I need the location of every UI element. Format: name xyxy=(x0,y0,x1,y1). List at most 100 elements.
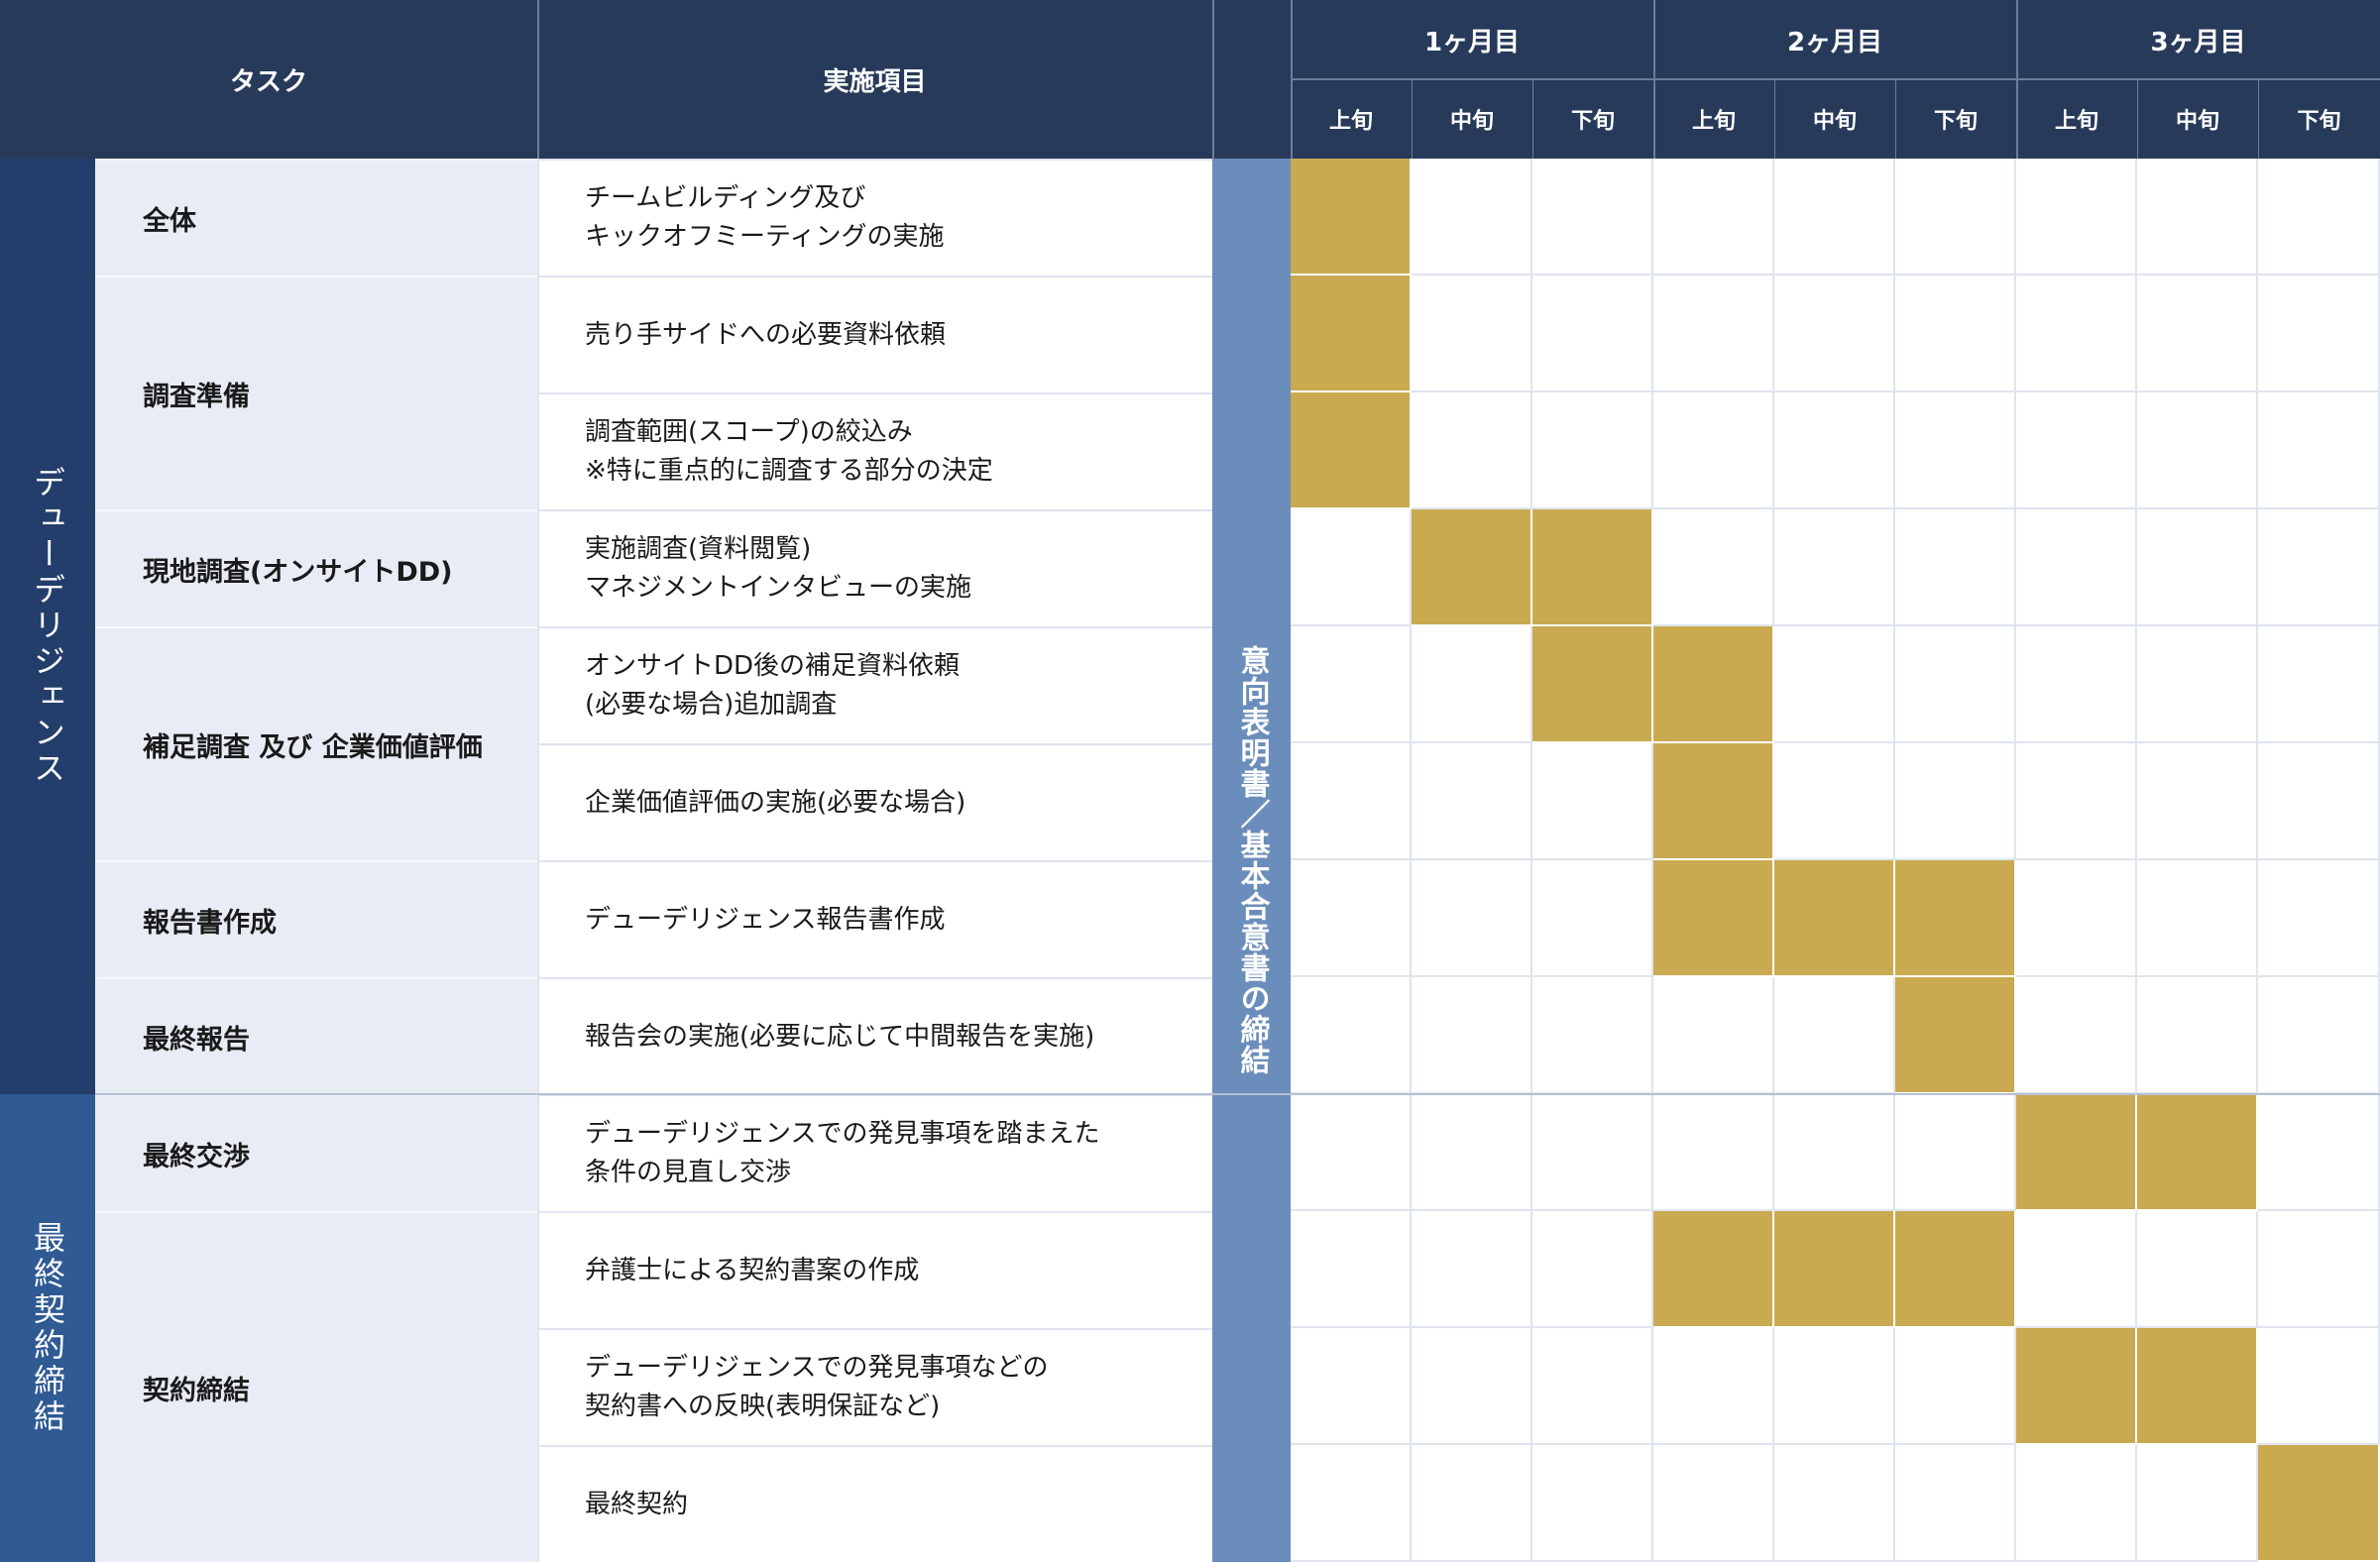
gantt-empty-cell xyxy=(2258,509,2380,626)
gantt-bar-cell xyxy=(2137,1328,2258,1445)
gantt-empty-cell xyxy=(2016,743,2137,860)
gantt-bar-cell xyxy=(1532,509,1653,626)
gantt-empty-cell xyxy=(1774,392,1895,509)
gantt-empty-cell xyxy=(1412,392,1532,509)
gantt-bar-cell xyxy=(1532,626,1653,743)
gantt-empty-cell xyxy=(2258,1328,2380,1445)
gantt-bar-cell xyxy=(2258,1445,2380,1562)
header-month-3: 3ヶ月目 xyxy=(2016,0,2380,79)
gantt-empty-cell xyxy=(1532,977,1653,1094)
gantt-empty-cell xyxy=(2137,509,2258,626)
item-text: 実施調査(資料閲覧) マネジメントインタビューの実施 xyxy=(537,509,1212,626)
header-period: 下旬 xyxy=(1895,79,2016,159)
item-text: 弁護士による契約書案の作成 xyxy=(537,1211,1212,1328)
item-text: デューデリジェンスでの発見事項を踏まえた 条件の見直し交渉 xyxy=(537,1094,1212,1211)
gantt-bar-cell xyxy=(1291,276,1412,392)
gantt-empty-cell xyxy=(2137,977,2258,1094)
gantt-empty-cell xyxy=(1291,626,1412,743)
gantt-empty-cell xyxy=(1774,159,1895,276)
gantt-empty-cell xyxy=(1412,626,1532,743)
gantt-empty-cell xyxy=(1895,276,2016,392)
gantt-empty-cell xyxy=(1895,159,2016,276)
task-supplementary: 補足調査 及び 企業価値評価 xyxy=(95,626,537,860)
gantt-empty-cell xyxy=(2137,276,2258,392)
gantt-empty-cell xyxy=(1412,1328,1532,1445)
item-text: 売り手サイドへの必要資料依頼 xyxy=(537,276,1212,392)
header-period: 上旬 xyxy=(1653,79,1774,159)
gantt-empty-cell xyxy=(2258,159,2380,276)
gantt-empty-cell xyxy=(1774,1094,1895,1211)
gantt-empty-cell xyxy=(2258,977,2380,1094)
gantt-empty-cell xyxy=(1291,509,1412,626)
item-text: オンサイトDD後の補足資料依頼 (必要な場合)追加調査 xyxy=(537,626,1212,743)
gantt-empty-cell xyxy=(1291,1445,1412,1562)
gantt-bar-cell xyxy=(2016,1094,2137,1211)
task-final-report: 最終報告 xyxy=(95,977,537,1094)
gantt-empty-cell xyxy=(1412,1211,1532,1328)
gantt-bar-cell xyxy=(1291,392,1412,509)
header-period: 上旬 xyxy=(2016,79,2137,159)
gantt-empty-cell xyxy=(2258,626,2380,743)
item-text: 報告会の実施(必要に応じて中間報告を実施) xyxy=(537,977,1212,1094)
header-period: 下旬 xyxy=(1532,79,1653,159)
item-text: 調査範囲(スコープ)の絞込み ※特に重点的に調査する部分の決定 xyxy=(537,392,1212,509)
gantt-empty-cell xyxy=(1291,1328,1412,1445)
gantt-bar-cell xyxy=(1653,860,1774,977)
gantt-empty-cell xyxy=(1895,1328,2016,1445)
header-period: 中旬 xyxy=(2137,79,2258,159)
header-period: 中旬 xyxy=(1412,79,1532,159)
gantt-empty-cell xyxy=(1412,860,1532,977)
gantt-bar-cell xyxy=(1653,1211,1774,1328)
group-due-diligence: デューデリジェンス xyxy=(0,159,95,1094)
gantt-empty-cell xyxy=(1291,1211,1412,1328)
gantt-empty-cell xyxy=(1895,1445,2016,1562)
task-final-negotiation: 最終交渉 xyxy=(95,1094,537,1211)
header-month-1: 1ヶ月目 xyxy=(1291,0,1653,79)
gantt-empty-cell xyxy=(1653,1094,1774,1211)
gantt-empty-cell xyxy=(2016,159,2137,276)
gantt-empty-cell xyxy=(2137,1445,2258,1562)
item-text: 企業価値評価の実施(必要な場合) xyxy=(537,743,1212,860)
gantt-empty-cell xyxy=(1653,392,1774,509)
gantt-empty-cell xyxy=(1412,743,1532,860)
item-text: 最終契約 xyxy=(537,1445,1212,1562)
schedule-gantt-table: タスク 実施項目 1ヶ月目 2ヶ月目 3ヶ月目 上旬 中旬 下旬 上旬 中旬 下… xyxy=(0,0,2380,1562)
gantt-empty-cell xyxy=(1532,1211,1653,1328)
header-item: 実施項目 xyxy=(537,0,1212,159)
gantt-empty-cell xyxy=(2258,1094,2380,1211)
gantt-empty-cell xyxy=(1412,1445,1532,1562)
gantt-empty-cell xyxy=(1653,159,1774,276)
gantt-empty-cell xyxy=(2137,626,2258,743)
gantt-bar-cell xyxy=(2016,1328,2137,1445)
gantt-empty-cell xyxy=(2016,1211,2137,1328)
gantt-empty-cell xyxy=(2258,392,2380,509)
gantt-empty-cell xyxy=(1532,1328,1653,1445)
gantt-bar-cell xyxy=(1291,159,1412,276)
gantt-empty-cell xyxy=(2137,1211,2258,1328)
header-period: 下旬 xyxy=(2258,79,2380,159)
gantt-empty-cell xyxy=(1895,743,2016,860)
item-text: デューデリジェンス報告書作成 xyxy=(537,860,1212,977)
gantt-empty-cell xyxy=(2016,977,2137,1094)
gantt-empty-cell xyxy=(1291,860,1412,977)
gantt-empty-cell xyxy=(1895,1094,2016,1211)
gantt-empty-cell xyxy=(1895,392,2016,509)
gantt-bar-cell xyxy=(1895,1211,2016,1328)
gantt-empty-cell xyxy=(1532,276,1653,392)
gantt-empty-cell xyxy=(1774,509,1895,626)
gantt-empty-cell xyxy=(1532,860,1653,977)
header-month-2: 2ヶ月目 xyxy=(1653,0,2016,79)
gantt-empty-cell xyxy=(1774,626,1895,743)
gantt-empty-cell xyxy=(1291,1094,1412,1211)
gantt-empty-cell xyxy=(2137,159,2258,276)
task-contract: 契約締結 xyxy=(95,1211,537,1562)
gantt-empty-cell xyxy=(1412,159,1532,276)
gantt-empty-cell xyxy=(1412,1094,1532,1211)
header-period: 上旬 xyxy=(1291,79,1412,159)
header-task: タスク xyxy=(0,0,537,159)
gantt-empty-cell xyxy=(1412,276,1532,392)
gantt-empty-cell xyxy=(1532,392,1653,509)
gantt-bar-cell xyxy=(1653,626,1774,743)
gantt-bar-cell xyxy=(1653,743,1774,860)
gantt-empty-cell xyxy=(2258,860,2380,977)
